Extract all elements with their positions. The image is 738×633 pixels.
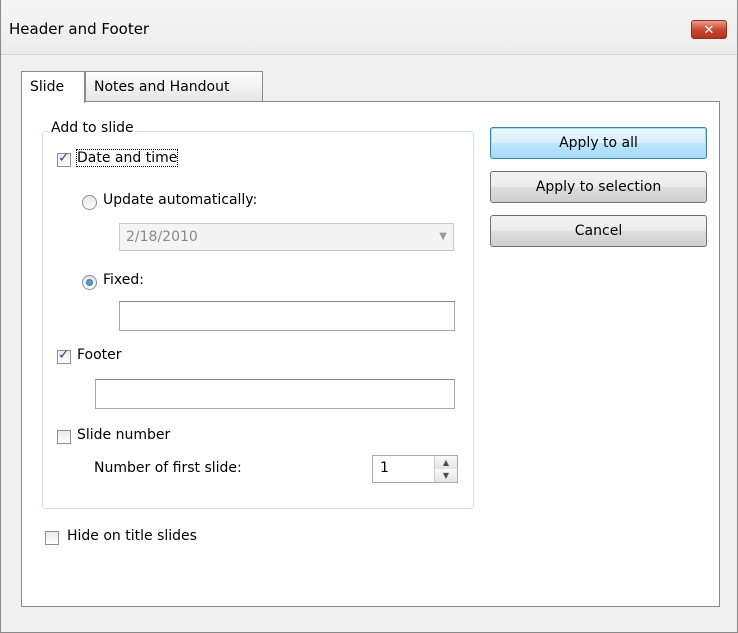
spinner-buttons: ▲ ▼ (434, 456, 457, 482)
slide-number-checkbox[interactable] (57, 430, 71, 444)
footer-checkbox[interactable] (57, 347, 71, 364)
first-slide-number-value: 1 (380, 460, 389, 476)
header-footer-dialog: Header and Footer ✕ Slide Notes and Hand… (0, 0, 738, 633)
first-slide-number-spinner[interactable]: 1 ▲ ▼ (372, 455, 458, 483)
first-slide-number-label: Number of first slide: (94, 460, 242, 476)
chevron-down-icon: ▼ (439, 231, 447, 242)
date-and-time-checkbox[interactable] (57, 150, 71, 167)
close-button[interactable]: ✕ (691, 20, 727, 39)
footer-label[interactable]: Footer (77, 347, 122, 363)
fixed-radio[interactable] (82, 275, 97, 290)
update-automatically-radio[interactable] (82, 195, 97, 210)
slide-number-label[interactable]: Slide number (77, 427, 170, 443)
title-bar[interactable]: Header and Footer ✕ (1, 0, 737, 55)
date-and-time-label[interactable]: Date and time (75, 149, 179, 167)
hide-on-title-slides-label[interactable]: Hide on title slides (67, 528, 197, 544)
apply-to-selection-button[interactable]: Apply to selection (490, 171, 707, 203)
footer-text-input[interactable] (95, 379, 455, 409)
hide-on-title-slides-checkbox[interactable] (45, 531, 59, 545)
dialog-title: Header and Footer (9, 20, 150, 38)
date-format-dropdown[interactable]: 2/18/2010 ▼ (119, 223, 454, 251)
fixed-label[interactable]: Fixed: (103, 272, 144, 288)
apply-to-all-button[interactable]: Apply to all (490, 127, 707, 159)
group-label: Add to slide (49, 120, 136, 136)
update-automatically-label[interactable]: Update automatically: (103, 192, 257, 208)
close-icon: ✕ (703, 23, 715, 38)
cancel-button[interactable]: Cancel (490, 215, 707, 247)
fixed-date-input[interactable] (119, 301, 455, 331)
spin-up-icon[interactable]: ▲ (435, 456, 457, 470)
tab-slide[interactable]: Slide (21, 71, 85, 103)
tab-notes-and-handout[interactable]: Notes and Handout (85, 71, 263, 101)
spin-down-icon[interactable]: ▼ (435, 469, 457, 482)
date-format-value: 2/18/2010 (126, 229, 198, 245)
